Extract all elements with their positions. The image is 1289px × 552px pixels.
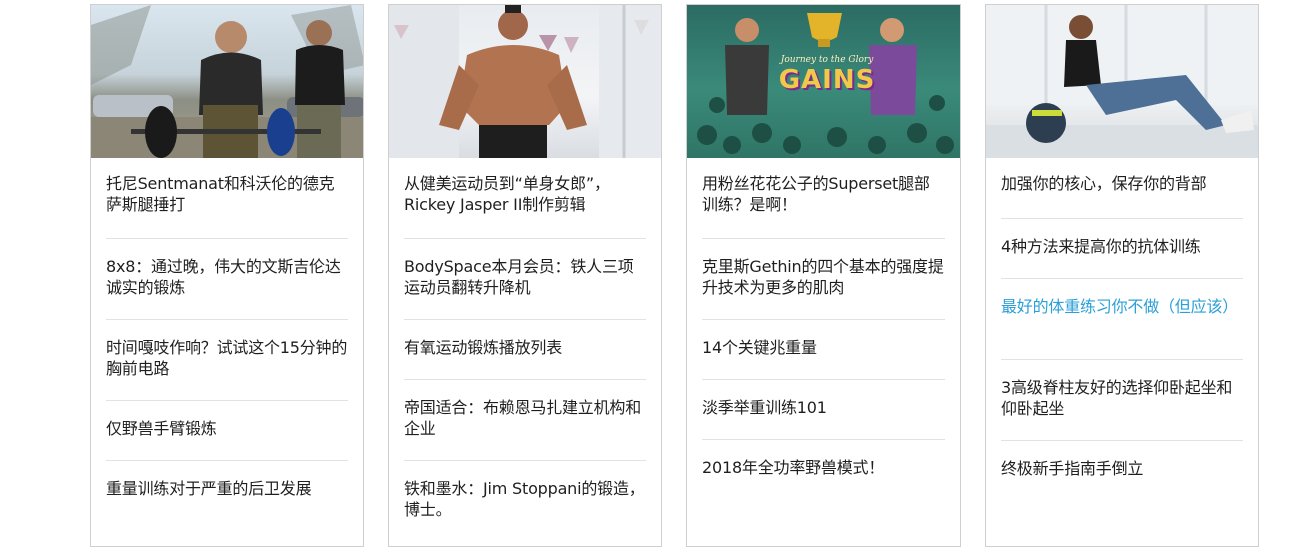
- photo-woman-medicine-ball: [986, 5, 1258, 158]
- game-title-overlay: Journey to the Glory GAINS: [767, 55, 887, 95]
- article-card-1: 托尼Sentmanat和科沃伦的德克萨斯腿捶打 8x8：通过晚，伟大的文斯吉伦达…: [90, 4, 364, 547]
- article-link[interactable]: 淡季举重训练101: [702, 379, 945, 439]
- article-link[interactable]: 8x8：通过晚，伟大的文斯吉伦达诚实的锻炼: [106, 238, 348, 319]
- article-link[interactable]: 4种方法来提高你的抗体训练: [1001, 218, 1243, 278]
- article-link[interactable]: 用粉丝花花公子的Superset腿部训练？是啊！: [702, 158, 945, 238]
- photo-two-men-barbell: [91, 5, 363, 158]
- game-subtitle: Journey to the Glory: [780, 55, 874, 65]
- article-list: 从健美运动员到“单身女郎”，Rickey Jasper II制作剪辑 BodyS…: [389, 158, 661, 520]
- photo-shirtless-man: [389, 5, 661, 158]
- article-card-4: 加强你的核心，保存你的背部 4种方法来提高你的抗体训练 最好的体重练习你不做（但…: [985, 4, 1259, 547]
- article-link[interactable]: 14个关键兆重量: [702, 319, 945, 379]
- card-image-glory-gains[interactable]: Journey to the Glory GAINS: [687, 5, 960, 158]
- article-link[interactable]: 铁和墨水：Jim Stoppani的锻造，博士。: [404, 460, 646, 520]
- article-link[interactable]: 克里斯Gethin的四个基本的强度提升技术为更多的肌肉: [702, 238, 945, 319]
- article-link[interactable]: 2018年全功率野兽模式！: [702, 439, 945, 499]
- card-image-texas-leg[interactable]: [91, 5, 363, 158]
- article-card-3: Journey to the Glory GAINS 用粉丝花花公子的Super…: [686, 4, 961, 547]
- article-link[interactable]: 加强你的核心，保存你的背部: [1001, 158, 1243, 218]
- card-image-core-training[interactable]: [986, 5, 1258, 158]
- article-link[interactable]: 终极新手指南手倒立: [1001, 440, 1243, 500]
- game-title: GAINS: [778, 65, 876, 95]
- article-list: 加强你的核心，保存你的背部 4种方法来提高你的抗体训练 最好的体重练习你不做（但…: [986, 158, 1258, 500]
- card-image-rickey-jasper[interactable]: [389, 5, 661, 158]
- article-list: 用粉丝花花公子的Superset腿部训练？是啊！ 克里斯Gethin的四个基本的…: [687, 158, 960, 499]
- article-link[interactable]: 帝国适合：布赖恩马扎建立机构和企业: [404, 379, 646, 460]
- article-link[interactable]: 重量训练对于严重的后卫发展: [106, 460, 348, 520]
- article-link[interactable]: 3高级脊柱友好的选择仰卧起坐和仰卧起坐: [1001, 359, 1243, 440]
- article-link[interactable]: 托尼Sentmanat和科沃伦的德克萨斯腿捶打: [106, 158, 348, 238]
- article-link[interactable]: 时间嘎吱作响？试试这个15分钟的胸前电路: [106, 319, 348, 400]
- article-card-2: 从健美运动员到“单身女郎”，Rickey Jasper II制作剪辑 BodyS…: [388, 4, 662, 547]
- article-link[interactable]: 有氧运动锻炼播放列表: [404, 319, 646, 379]
- article-link[interactable]: 最好的体重练习你不做（但应该）: [1001, 278, 1243, 359]
- article-list: 托尼Sentmanat和科沃伦的德克萨斯腿捶打 8x8：通过晚，伟大的文斯吉伦达…: [91, 158, 363, 520]
- article-link[interactable]: BodySpace本月会员：铁人三项运动员翻转升降机: [404, 238, 646, 319]
- article-link[interactable]: 从健美运动员到“单身女郎”，Rickey Jasper II制作剪辑: [404, 158, 646, 238]
- article-link[interactable]: 仅野兽手臂锻炼: [106, 400, 348, 460]
